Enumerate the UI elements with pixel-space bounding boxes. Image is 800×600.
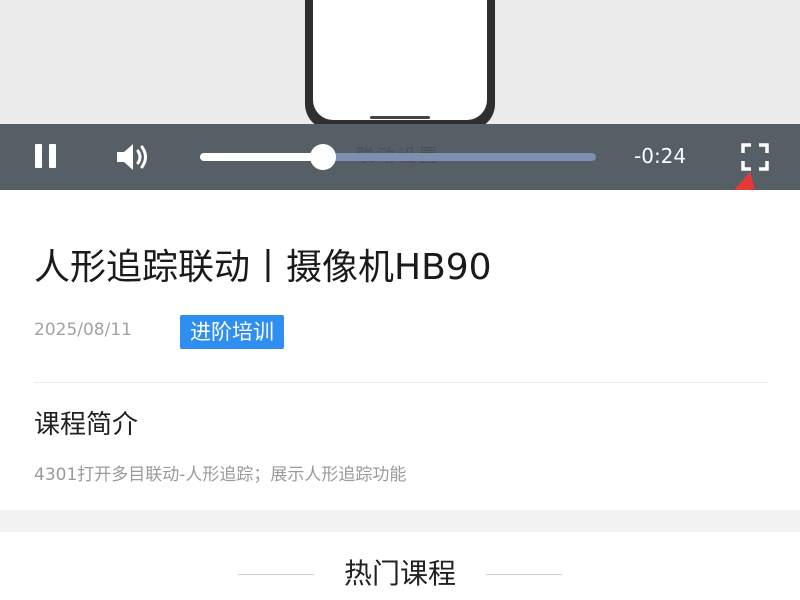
course-tag-badge[interactable]: 进阶培训 <box>180 315 284 349</box>
course-info-card: 人形追踪联动丨摄像机HB90 2025/08/11 进阶培训 课程简介 4301… <box>0 190 800 510</box>
volume-button[interactable] <box>114 141 154 173</box>
volume-icon <box>117 144 147 170</box>
progress-played <box>200 153 323 161</box>
time-remaining: -0:24 <box>634 144 687 168</box>
pause-button[interactable] <box>34 144 56 170</box>
player-controls: 联动设置 -0:24 <box>0 124 800 190</box>
hot-courses-title: 热门课程 <box>343 557 456 590</box>
intro-text: 4301打开多目联动-人形追踪；展示人形追踪功能 <box>34 465 407 485</box>
phone-screen <box>313 0 487 120</box>
phone-home-bar <box>370 116 430 119</box>
video-frame-phone <box>305 0 495 130</box>
pause-icon <box>35 144 42 168</box>
progress-slider[interactable] <box>200 144 596 170</box>
pause-icon-bar <box>49 144 56 168</box>
course-date: 2025/08/11 <box>34 320 132 340</box>
course-title: 人形追踪联动丨摄像机HB90 <box>34 247 492 288</box>
intro-heading: 课程简介 <box>34 410 139 440</box>
hot-title-line-right <box>486 574 562 575</box>
divider <box>34 382 768 383</box>
video-player[interactable]: 联动设置 -0:24 <box>0 0 800 190</box>
hot-courses-section: 热门课程 <box>0 532 800 600</box>
progress-thumb[interactable] <box>309 144 336 170</box>
